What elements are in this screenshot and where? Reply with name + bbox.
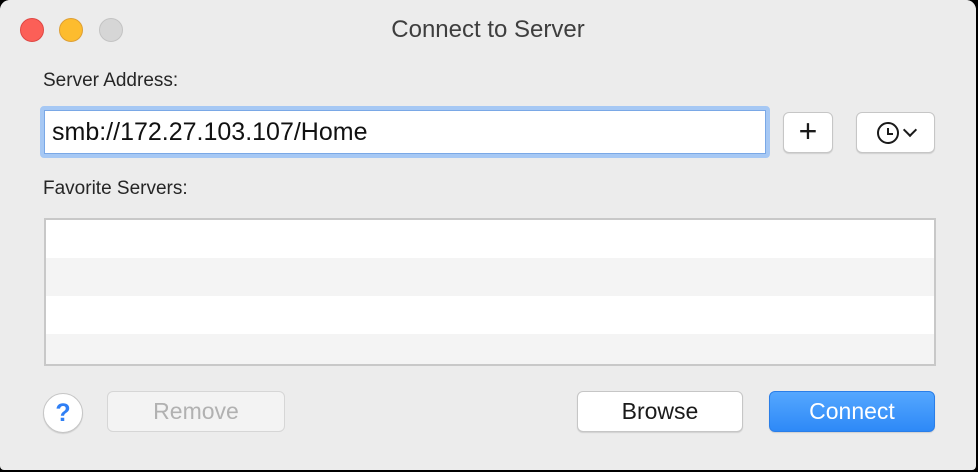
question-mark-icon: ?	[55, 399, 71, 427]
remove-button[interactable]: Remove	[107, 391, 285, 432]
browse-button[interactable]: Browse	[577, 391, 743, 432]
connect-button[interactable]: Connect	[769, 391, 935, 432]
recent-servers-button[interactable]	[856, 112, 935, 153]
chevron-down-icon	[902, 122, 917, 138]
window-title: Connect to Server	[391, 16, 585, 43]
plus-icon: +	[798, 113, 818, 149]
clock-icon	[876, 121, 899, 144]
list-row[interactable]	[46, 334, 934, 364]
title-bar[interactable]: Connect to Server	[0, 0, 976, 62]
favorite-servers-label: Favorite Servers:	[43, 178, 188, 199]
server-address-input[interactable]	[40, 106, 770, 158]
server-address-label: Server Address:	[43, 70, 179, 91]
add-favorite-button[interactable]: +	[783, 112, 833, 153]
favorite-servers-list[interactable]	[44, 218, 936, 366]
list-row[interactable]	[46, 220, 934, 258]
list-row[interactable]	[46, 258, 934, 296]
list-row[interactable]	[46, 296, 934, 334]
connect-to-server-window: Connect to Server Server Address: + Favo…	[0, 0, 976, 470]
help-button[interactable]: ?	[43, 393, 83, 433]
